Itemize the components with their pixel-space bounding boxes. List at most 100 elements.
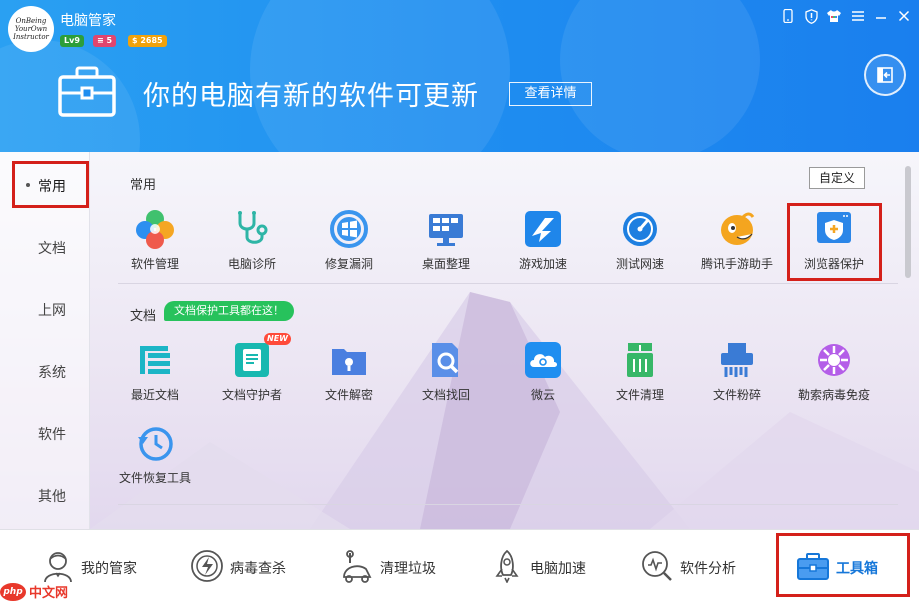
nav-label: 我的管家 <box>81 561 137 577</box>
tool-label: 游戏加速 <box>518 257 567 271</box>
header-decoration <box>560 0 760 152</box>
collapse-button[interactable] <box>864 54 906 96</box>
sidebar-item-label: 其他 <box>38 489 66 505</box>
sidebar-item-documents[interactable]: 文档 <box>0 232 90 262</box>
vacuum-icon <box>343 550 372 583</box>
sidebar-item-label: 常用 <box>38 179 66 195</box>
toolbox-icon <box>58 66 116 118</box>
watermark: php 中文网 <box>0 580 82 603</box>
minimize-icon[interactable] <box>873 8 889 24</box>
tool-label: 浏览器保护 <box>803 257 864 271</box>
analysis-icon <box>642 551 672 581</box>
tool-fix-vulnerabilities[interactable]: 修复漏洞 <box>301 209 397 289</box>
update-headline: 你的电脑有新的软件可更新 <box>143 81 479 112</box>
tool-label: 文档守护者 <box>221 388 282 402</box>
nav-software-analysis[interactable]: 软件分析 <box>640 530 750 603</box>
coins-badge[interactable]: $ 2685 <box>128 35 167 47</box>
tool-file-clean[interactable]: 文件清理 <box>592 340 688 420</box>
view-details-button[interactable]: 查看详情 <box>509 82 592 106</box>
browser-shield-icon <box>814 209 854 249</box>
close-icon[interactable] <box>896 8 912 24</box>
game-boost-icon <box>523 209 563 249</box>
tool-pc-clinic[interactable]: 电脑诊所 <box>204 209 300 289</box>
tool-doc-recovery[interactable]: 文档找回 <box>398 340 494 420</box>
level-badge[interactable]: Lv9 <box>60 35 84 47</box>
speedometer-icon <box>620 209 660 249</box>
butler-icon <box>44 552 72 583</box>
trash-icon <box>620 340 660 380</box>
shredder-icon <box>717 340 757 380</box>
nav-virus-scan[interactable]: 病毒查杀 <box>190 530 300 603</box>
sidebar-item-other[interactable]: 其他 <box>0 480 90 510</box>
watermark-badge: php <box>0 582 26 601</box>
windows-repair-icon <box>329 209 369 249</box>
doc-search-icon <box>426 340 466 380</box>
tool-speed-test[interactable]: 测试网速 <box>592 209 688 289</box>
nav-label: 软件分析 <box>680 561 736 577</box>
rocket-icon <box>495 549 519 583</box>
section-divider <box>118 283 898 284</box>
tool-label: 文件解密 <box>324 388 373 402</box>
virus-immune-icon <box>814 340 854 380</box>
tool-doc-guardian[interactable]: NEW 文档守护者 <box>204 333 300 420</box>
tool-mobile-game-assistant[interactable]: 腾讯手游助手 <box>689 209 785 289</box>
shield-icon[interactable] <box>803 8 819 24</box>
tool-file-decrypt[interactable]: 文件解密 <box>301 340 397 420</box>
sidebar-item-common[interactable]: 常用 <box>0 170 90 200</box>
vip-badge[interactable]: ≡ 5 <box>93 35 117 47</box>
tool-desktop-organizer[interactable]: 桌面整理 <box>398 209 494 289</box>
tool-label: 测试网速 <box>615 257 664 271</box>
tool-label: 文件恢复工具 <box>118 471 191 485</box>
nav-pc-boost[interactable]: 电脑加速 <box>490 530 600 603</box>
tool-browser-protection[interactable]: 浏览器保护 <box>786 209 882 289</box>
category-sidebar: 常用 文档 上网 系统 软件 其他 <box>0 152 90 529</box>
sidebar-item-software[interactable]: 软件 <box>0 418 90 448</box>
virus-scan-icon <box>191 550 223 582</box>
sidebar-item-label: 软件 <box>38 427 66 443</box>
tool-game-boost[interactable]: 游戏加速 <box>495 209 591 289</box>
documents-promo-tag: 文档保护工具都在这！ <box>164 301 294 321</box>
customize-button[interactable]: 自定义 <box>809 167 865 189</box>
bottom-navigation: 我的管家 病毒查杀 清理垃圾 电脑加速 软件分析 工具箱 <box>0 529 919 603</box>
doc-guard-icon <box>232 340 272 380</box>
stethoscope-icon <box>232 209 272 249</box>
avatar-text: OnBeing YourOwn Instructor <box>13 17 49 41</box>
stack-icon <box>135 340 175 380</box>
tool-ransomware-immunity[interactable]: 勒索病毒免疫 <box>786 340 882 420</box>
user-avatar[interactable]: OnBeing YourOwn Instructor <box>8 6 54 52</box>
tool-label: 微云 <box>530 388 555 402</box>
app-title: 电脑管家 <box>60 13 116 29</box>
vip-value: 5 <box>106 36 113 45</box>
sidebar-item-label: 系统 <box>38 365 66 381</box>
active-dot <box>26 183 30 187</box>
tool-label: 最近文档 <box>130 388 179 402</box>
tool-software-manager[interactable]: 软件管理 <box>107 209 203 289</box>
tool-label: 修复漏洞 <box>324 257 373 271</box>
tool-label: 文档找回 <box>421 388 470 402</box>
tool-file-restore[interactable]: 文件恢复工具 <box>107 423 203 503</box>
scrollbar[interactable] <box>905 166 911 278</box>
sidebar-item-internet[interactable]: 上网 <box>0 294 90 324</box>
sidebar-item-system[interactable]: 系统 <box>0 356 90 386</box>
watermark-site: 中文网 <box>29 586 69 601</box>
skin-shirt-icon[interactable] <box>826 8 842 24</box>
tool-file-shredder[interactable]: 文件粉碎 <box>689 340 785 420</box>
tool-label: 文件粉碎 <box>712 388 761 402</box>
tool-weiyun[interactable]: 微云 <box>495 340 591 420</box>
section-title-documents: 文档 <box>130 309 157 324</box>
clock-restore-icon <box>135 423 175 463</box>
menu-icon[interactable] <box>850 8 866 24</box>
toolbox-icon <box>797 553 829 580</box>
nav-toolbox[interactable]: 工具箱 <box>796 530 896 603</box>
tool-panel: 常用 文档 上网 系统 软件 其他 常用 自定义 软件管理 电脑诊所 修复漏洞 … <box>0 152 919 529</box>
nav-label: 电脑加速 <box>530 561 586 577</box>
sidebar-item-label: 文档 <box>38 241 66 257</box>
folder-key-icon <box>329 340 369 380</box>
phone-icon[interactable] <box>780 8 796 24</box>
tool-recent-docs[interactable]: 最近文档 <box>107 340 203 420</box>
nav-clean-junk[interactable]: 清理垃圾 <box>340 530 450 603</box>
tool-label: 电脑诊所 <box>227 257 276 271</box>
new-badge: NEW <box>264 333 291 345</box>
sidebar-item-label: 上网 <box>38 303 66 319</box>
tool-label: 腾讯手游助手 <box>700 257 773 271</box>
